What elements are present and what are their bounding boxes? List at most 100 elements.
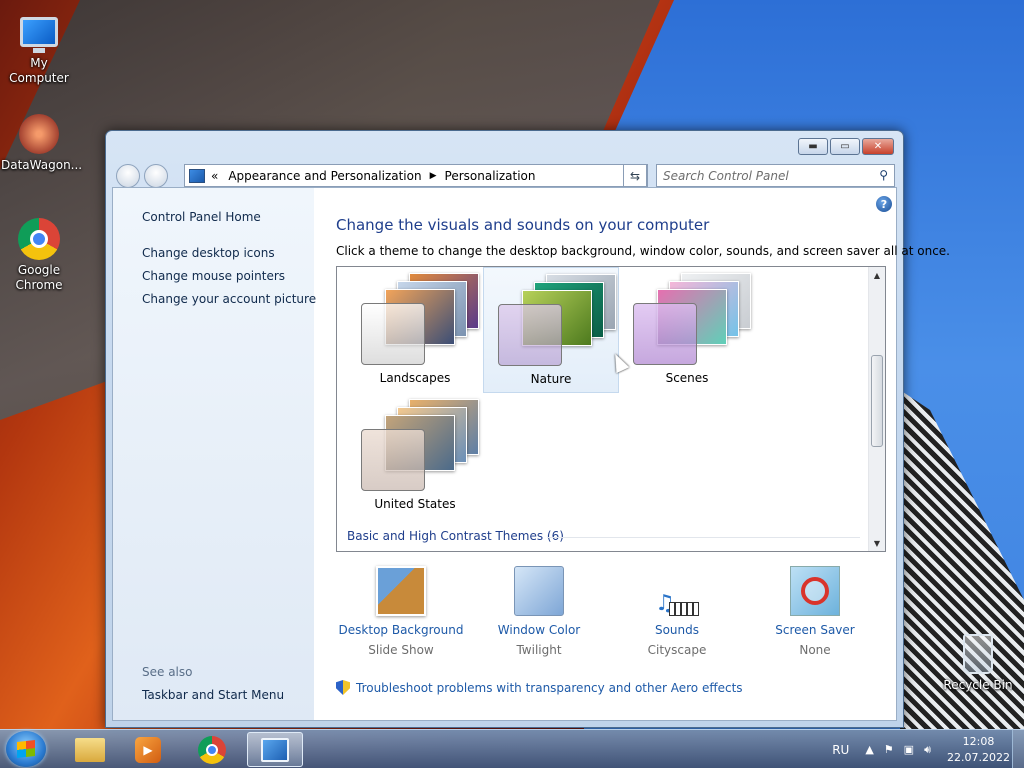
volume-icon[interactable]: 🔊︎	[924, 743, 931, 757]
desktop-icon-chrome[interactable]: Google Chrome	[1, 217, 77, 293]
scroll-up-icon[interactable]: ▲	[869, 267, 885, 283]
chrome-icon	[17, 217, 61, 261]
window-content: Control Panel Home Change desktop icons …	[112, 187, 950, 721]
address-bar[interactable]: « Appearance and Personalization ▶ Perso…	[184, 164, 648, 187]
maximize-button[interactable]: ▭	[830, 138, 860, 155]
scrollbar-thumb[interactable]	[871, 355, 883, 447]
setting-value: None	[799, 643, 831, 657]
desktop-icon-label: My Computer	[9, 56, 69, 85]
page-subtitle: Click a theme to change the desktop back…	[336, 244, 950, 258]
minimize-button[interactable]: ▬	[798, 138, 828, 155]
setting-label[interactable]: Window Color	[474, 620, 604, 640]
desktop-background-icon	[376, 566, 426, 616]
setting-value: Cityscape	[647, 643, 707, 657]
address-prefix: «	[211, 168, 219, 183]
network-icon[interactable]: ▣	[904, 743, 914, 756]
language-indicator[interactable]: RU	[832, 743, 849, 757]
sounds-icon: ♫	[652, 566, 702, 616]
show-desktop-button[interactable]	[1012, 730, 1024, 768]
window-controls: ▬ ▭ ✕	[798, 138, 894, 155]
theme-label: Landscapes	[379, 371, 451, 385]
setting-window-color[interactable]: Window Color Twilight	[474, 566, 604, 660]
window-color-icon	[514, 566, 564, 616]
theme-label: United States	[374, 497, 456, 511]
setting-label[interactable]: Screen Saver	[750, 620, 880, 640]
uac-shield-icon	[336, 680, 350, 695]
close-icon: ✕	[873, 141, 883, 152]
desktop-icon-datawagon[interactable]: DataWagon...	[1, 112, 83, 173]
help-icon[interactable]: ?	[876, 196, 892, 212]
scroll-down-icon[interactable]: ▼	[869, 535, 885, 551]
recycle-bin-icon	[956, 632, 1000, 676]
taskbar-control-panel[interactable]	[247, 732, 303, 767]
theme-list-scrollbar[interactable]: ▲ ▼	[868, 267, 885, 551]
start-button[interactable]	[6, 731, 46, 767]
refresh-button[interactable]: ⇆	[623, 164, 647, 187]
setting-label[interactable]: Sounds	[612, 620, 742, 640]
refresh-icon: ⇆	[629, 168, 641, 183]
theme-settings-row: Desktop Background Slide Show Window Col…	[336, 566, 886, 666]
clock-date: 22.07.2022	[947, 750, 1010, 764]
back-button[interactable]	[116, 164, 140, 188]
setting-screen-saver[interactable]: Screen Saver None	[750, 566, 880, 660]
theme-label: Nature	[530, 372, 572, 386]
sidebar-link-mouse-pointers[interactable]: Change mouse pointers	[142, 269, 285, 283]
theme-united-states[interactable]: United States	[347, 393, 483, 519]
desktop-icon-label: Google Chrome	[15, 263, 63, 292]
setting-desktop-background[interactable]: Desktop Background Slide Show	[336, 566, 466, 660]
desktop-icon-label: Recycle Bin	[943, 678, 1013, 692]
control-panel-icon	[189, 168, 205, 183]
sidebar-link-account-picture[interactable]: Change your account picture	[142, 292, 316, 306]
desktop-icon-my-computer[interactable]: My Computer	[1, 10, 77, 86]
breadcrumb-appearance[interactable]: Appearance and Personalization	[228, 169, 421, 183]
theme-color-swatch	[361, 303, 425, 365]
desktop-icon-recycle-bin[interactable]: Recycle Bin	[938, 632, 1018, 693]
action-center-icon[interactable]: ⚑	[884, 743, 894, 756]
forward-button[interactable]	[144, 164, 168, 188]
theme-color-swatch	[361, 429, 425, 491]
chevron-right-icon: ▶	[429, 170, 437, 181]
chrome-icon	[198, 735, 226, 764]
theme-nature[interactable]: Nature	[483, 267, 619, 393]
computer-icon	[17, 10, 61, 54]
maximize-icon: ▭	[840, 141, 850, 152]
theme-color-swatch	[633, 303, 697, 365]
troubleshoot-label[interactable]: Troubleshoot problems with transparency …	[356, 681, 743, 695]
search-input[interactable]: Search Control Panel ⚲	[656, 164, 895, 187]
screen-saver-icon	[790, 566, 840, 616]
clock[interactable]: 12:08 22.07.2022	[947, 734, 1010, 766]
setting-sounds[interactable]: ♫ Sounds Cityscape	[612, 566, 742, 660]
setting-label[interactable]: Desktop Background	[336, 620, 466, 640]
taskbar: ▶ RU ▲ ⚑ ▣ 🔊︎ 12:08 22.07.2022	[0, 729, 1024, 768]
show-hidden-icons-icon[interactable]: ▲	[865, 743, 873, 756]
setting-value: Twilight	[516, 643, 562, 657]
see-also-heading: See also	[142, 665, 193, 679]
sidebar-link-taskbar[interactable]: Taskbar and Start Menu	[142, 688, 284, 702]
personalization-window: ▬ ▭ ✕ « Appearance and Personalization ▶…	[105, 130, 950, 728]
search-placeholder: Search Control Panel	[663, 169, 789, 183]
datawagon-icon	[17, 112, 61, 156]
basic-themes-group-header[interactable]: Basic and High Contrast Themes (6)	[347, 529, 564, 543]
taskbar-media-player[interactable]: ▶	[120, 732, 176, 767]
navigation-bar: « Appearance and Personalization ▶ Perso…	[114, 163, 895, 189]
setting-value: Slide Show	[368, 643, 434, 657]
sidebar-link-desktop-icons[interactable]: Change desktop icons	[142, 246, 275, 260]
theme-color-swatch	[498, 304, 562, 366]
minimize-icon: ▬	[808, 141, 818, 152]
breadcrumb-personalization[interactable]: Personalization	[445, 169, 536, 183]
taskbar-chrome[interactable]	[184, 732, 240, 767]
clock-time: 12:08	[962, 734, 995, 748]
desktop-icon-label: DataWagon...	[1, 158, 83, 172]
sidebar: Control Panel Home Change desktop icons …	[113, 188, 316, 720]
taskbar-explorer[interactable]	[62, 732, 118, 767]
theme-scenes[interactable]: Scenes	[619, 267, 755, 393]
troubleshoot-link[interactable]: Troubleshoot problems with transparency …	[336, 680, 743, 695]
system-tray: RU ▲ ⚑ ▣ 🔊︎ 12:08 22.07.2022	[832, 730, 1010, 768]
group-divider	[547, 537, 860, 538]
page-title: Change the visuals and sounds on your co…	[336, 216, 710, 234]
sidebar-link-control-panel-home[interactable]: Control Panel Home	[142, 210, 261, 224]
search-icon[interactable]: ⚲	[879, 168, 888, 182]
close-button[interactable]: ✕	[862, 138, 894, 155]
theme-list: Landscapes Nature Scenes United States B…	[336, 266, 886, 552]
theme-landscapes[interactable]: Landscapes	[347, 267, 483, 393]
